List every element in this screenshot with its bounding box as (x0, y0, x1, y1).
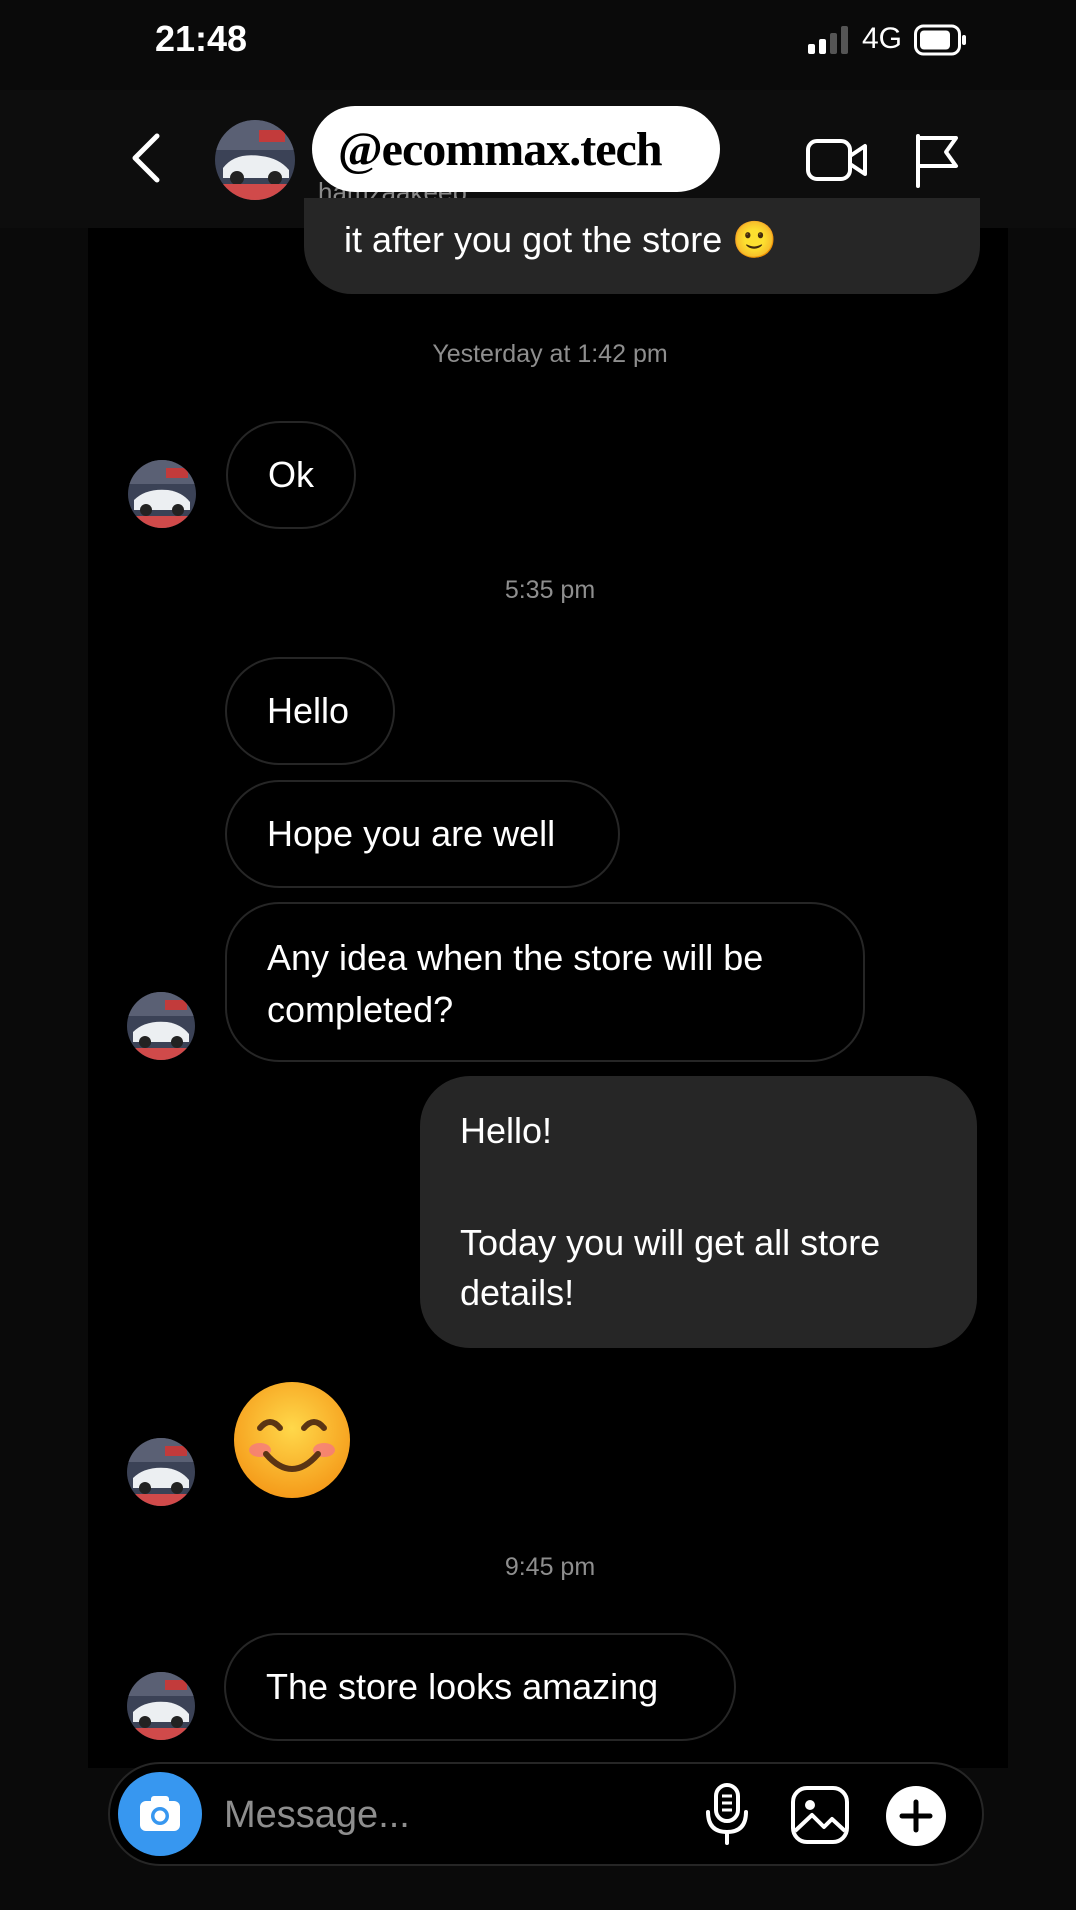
message-bubble-outgoing[interactable]: it after you got the store 🙂 (304, 198, 980, 294)
network-type: 4G (862, 22, 903, 55)
gallery-icon[interactable] (790, 1785, 850, 1845)
status-clock: 21:48 (155, 18, 248, 59)
message-bubble-incoming[interactable]: Any idea when the store will be complete… (225, 902, 865, 1062)
video-camera-icon[interactable] (805, 136, 869, 184)
message-text: it after you got the store 🙂 (344, 219, 778, 260)
message-bubble-incoming[interactable]: Hope you are well (225, 780, 620, 888)
message-text: Hello (267, 690, 350, 731)
avatar[interactable] (127, 992, 195, 1060)
message-text-line: details! (460, 1272, 575, 1313)
signal-bars-icon (808, 26, 848, 54)
battery-icon (914, 24, 966, 56)
camera-icon (140, 1796, 180, 1831)
watermark-text: @ecommax.tech (338, 123, 663, 176)
camera-button[interactable] (118, 1772, 202, 1856)
timestamp: 9:45 pm (504, 1553, 596, 1581)
avatar[interactable] (127, 1438, 195, 1506)
avatar[interactable] (215, 120, 295, 200)
message-text-line: completed? (267, 989, 454, 1030)
avatar[interactable] (127, 1672, 195, 1740)
message-text: The store looks amazing (266, 1666, 659, 1707)
avatar[interactable] (128, 460, 196, 528)
back-chevron-icon[interactable] (125, 130, 169, 186)
message-input[interactable] (222, 1782, 686, 1848)
flag-icon[interactable] (912, 132, 960, 188)
plus-icon[interactable] (885, 1785, 947, 1847)
message-bubble-incoming[interactable]: Ok (226, 421, 356, 529)
timestamp: 5:35 pm (504, 576, 596, 604)
timestamp: Yesterday at 1:42 pm (432, 340, 668, 368)
microphone-icon[interactable] (700, 1782, 754, 1846)
message-text: Ok (268, 454, 315, 495)
smiling-face-emoji-icon[interactable] (232, 1380, 352, 1500)
message-text: Hope you are well (267, 813, 556, 854)
message-text-line: Any idea when the store will be (267, 937, 764, 978)
message-text-line: Hello! (460, 1110, 553, 1151)
message-bubble-outgoing[interactable]: Hello! Today you will get all store deta… (420, 1076, 977, 1348)
message-bubble-incoming[interactable]: Hello (225, 657, 395, 765)
message-text-line: Today you will get all store (460, 1222, 881, 1263)
message-bubble-incoming[interactable]: The store looks amazing (224, 1633, 736, 1741)
